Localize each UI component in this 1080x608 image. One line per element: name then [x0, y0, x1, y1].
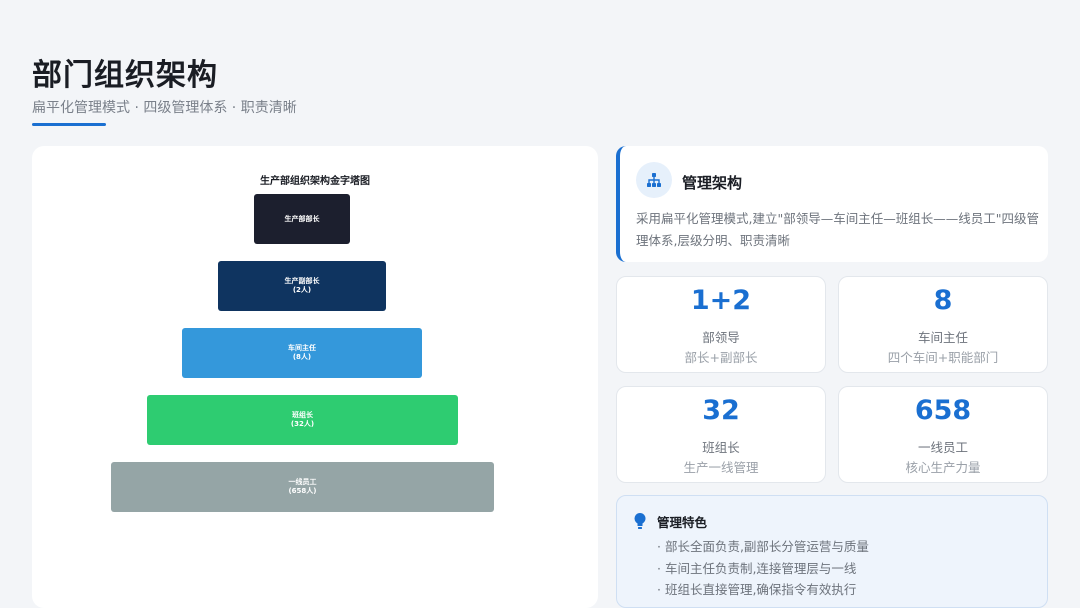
stat-value: 32	[702, 395, 740, 426]
stat-card-directors: 8 车间主任 四个车间+职能部门	[838, 276, 1048, 373]
stat-value: 8	[933, 285, 953, 316]
stat-sub: 部长+副部长	[684, 350, 758, 365]
pyramid-title: 生产部组织架构金字塔图	[260, 176, 370, 187]
features-list: 部长全面负责,副部长分管运营与质量 车间主任负责制,连接管理层与一线 班组长直接…	[657, 536, 869, 601]
lightbulb-icon	[634, 513, 646, 529]
features-title: 管理特色	[657, 515, 708, 530]
management-title: 管理架构	[682, 174, 743, 192]
stat-card-team-leaders: 32 班组长 生产一线管理	[616, 386, 826, 483]
page-title: 部门组织架构	[32, 58, 218, 93]
stat-value: 658	[914, 395, 972, 426]
feature-item: 车间主任负责制,连接管理层与一线	[657, 558, 869, 580]
level-name: 班组长	[292, 411, 313, 420]
feature-item: 部长全面负责,副部长分管运营与质量	[657, 536, 869, 558]
title-underline	[32, 123, 106, 126]
pyramid-level-workshop-director: 车间主任 (8人)	[182, 328, 422, 378]
stat-label: 车间主任	[917, 330, 968, 345]
pyramid-level-frontline-staff: 一线员工 (658人)	[111, 462, 494, 512]
feature-item: 班组长直接管理,确保指令有效执行	[657, 579, 869, 601]
management-description: 采用扁平化管理模式,建立"部领导—车间主任—班组长——线员工"四级管理体系,层级…	[636, 211, 1039, 248]
stat-card-leaders: 1+2 部领导 部长+副部长	[616, 276, 826, 373]
level-count: (8人)	[292, 353, 312, 361]
org-chart-icon	[636, 162, 672, 198]
stat-card-frontline: 658 一线员工 核心生产力量	[838, 386, 1048, 483]
level-name: 生产副部长	[284, 277, 320, 286]
stat-label: 一线员工	[917, 440, 968, 455]
level-name: 生产部部长	[284, 214, 320, 223]
level-name: 车间主任	[288, 344, 316, 353]
level-count: (658人)	[288, 487, 317, 495]
level-count: (2人)	[292, 286, 312, 294]
stat-label: 班组长	[702, 440, 740, 455]
management-card: 管理架构 采用扁平化管理模式,建立"部领导—车间主任—班组长——线员工"四级管理…	[616, 146, 1048, 262]
pyramid-level-department-head: 生产部部长	[254, 194, 350, 244]
pyramid-level-deputy-head: 生产副部长 (2人)	[218, 261, 386, 311]
level-count: (32人)	[290, 420, 315, 428]
stat-value: 1+2	[690, 285, 752, 316]
features-card: 管理特色 部长全面负责,副部长分管运营与质量 车间主任负责制,连接管理层与一线 …	[616, 495, 1048, 608]
stat-label: 部领导	[702, 330, 740, 345]
stat-sub: 四个车间+职能部门	[887, 350, 999, 365]
level-name: 一线员工	[288, 478, 317, 487]
stat-sub: 核心生产力量	[905, 460, 981, 475]
stat-sub: 生产一线管理	[683, 460, 759, 475]
page-subtitle: 扁平化管理模式 · 四级管理体系 · 职责清晰	[32, 100, 297, 116]
pyramid-card: 生产部组织架构金字塔图 生产部部长 生产副部长 (2人) 车间主任 (8人) 班…	[32, 146, 598, 608]
pyramid-level-team-leader: 班组长 (32人)	[147, 395, 458, 445]
